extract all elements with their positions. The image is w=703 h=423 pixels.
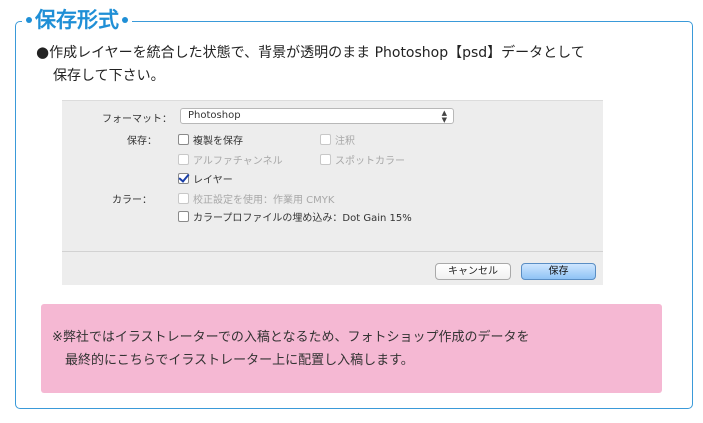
save-copy-option[interactable]: 複製を保存	[178, 132, 243, 147]
alpha-channels-option[interactable]: アルファチャンネル	[178, 152, 283, 167]
cancel-button[interactable]: キャンセル	[435, 263, 511, 280]
select-updown-icon: ▲ ▼	[441, 109, 447, 124]
save-options-dialog: フォーマット： Photoshop ▲ ▼ 保存： 複製を保存 注釈 アルファチャ…	[62, 100, 603, 285]
icc-profile-checkbox[interactable]	[178, 211, 189, 222]
note-line-1: ※弊社ではイラストレーターでの入稿となるため、フォトショップ作成のデータを	[52, 330, 530, 345]
intro-text: ●作成レイヤーを統合した状態で、背景が透明のまま Photoshop【psd】デ…	[36, 41, 676, 88]
format-select[interactable]: Photoshop ▲ ▼	[180, 108, 454, 124]
section-title: 保存形式	[22, 5, 132, 35]
alpha-channels-label: アルファチャンネル	[193, 156, 283, 167]
icc-profile-option[interactable]: カラープロファイルの埋め込み：Dot Gain 15%	[178, 209, 412, 224]
notes-option[interactable]: 注釈	[320, 132, 355, 147]
save-copy-label: 複製を保存	[193, 136, 243, 147]
dialog-divider	[62, 251, 603, 252]
section-title-text: 保存形式	[35, 8, 119, 32]
bullet-icon: ●	[36, 43, 50, 61]
intro-line-2: 保存して下さい。	[53, 68, 165, 84]
proof-setup-option[interactable]: 校正設定を使用：作業用 CMYK	[178, 191, 334, 206]
layers-option[interactable]: レイヤー	[178, 171, 233, 186]
format-select-value: Photoshop	[188, 110, 241, 121]
save-button[interactable]: 保存	[521, 263, 596, 280]
spot-colors-label: スポットカラー	[335, 156, 405, 167]
note-line-2: 最終的にこちらでイラストレーター上に配置し入稿します。	[65, 353, 414, 368]
layers-checkbox[interactable]	[178, 173, 189, 184]
save-label: 保存：	[127, 136, 157, 147]
intro-line-1-text: 作成レイヤーを統合した状態で、背景が透明のまま Photoshop【psd】デー…	[49, 45, 585, 61]
notes-label: 注釈	[335, 136, 355, 147]
layers-label: レイヤー	[193, 175, 233, 186]
note-text: ※弊社ではイラストレーターでの入稿となるため、フォトショップ作成のデータを 最終…	[52, 326, 529, 372]
color-label: カラー：	[112, 195, 152, 206]
title-dot-right-icon	[122, 17, 128, 23]
notes-checkbox[interactable]	[320, 134, 331, 145]
proof-setup-label: 校正設定を使用：作業用 CMYK	[193, 195, 335, 206]
title-dot-left-icon	[26, 17, 32, 23]
alpha-channels-checkbox[interactable]	[178, 154, 189, 165]
spot-colors-checkbox[interactable]	[320, 154, 331, 165]
spot-colors-option[interactable]: スポットカラー	[320, 152, 405, 167]
proof-setup-checkbox[interactable]	[178, 193, 189, 204]
icc-profile-label: カラープロファイルの埋め込み：Dot Gain 15%	[193, 213, 412, 224]
save-copy-checkbox[interactable]	[178, 134, 189, 145]
intro-line-1: ●作成レイヤーを統合した状態で、背景が透明のまま Photoshop【psd】デ…	[36, 41, 676, 65]
format-label: フォーマット：	[102, 114, 172, 125]
